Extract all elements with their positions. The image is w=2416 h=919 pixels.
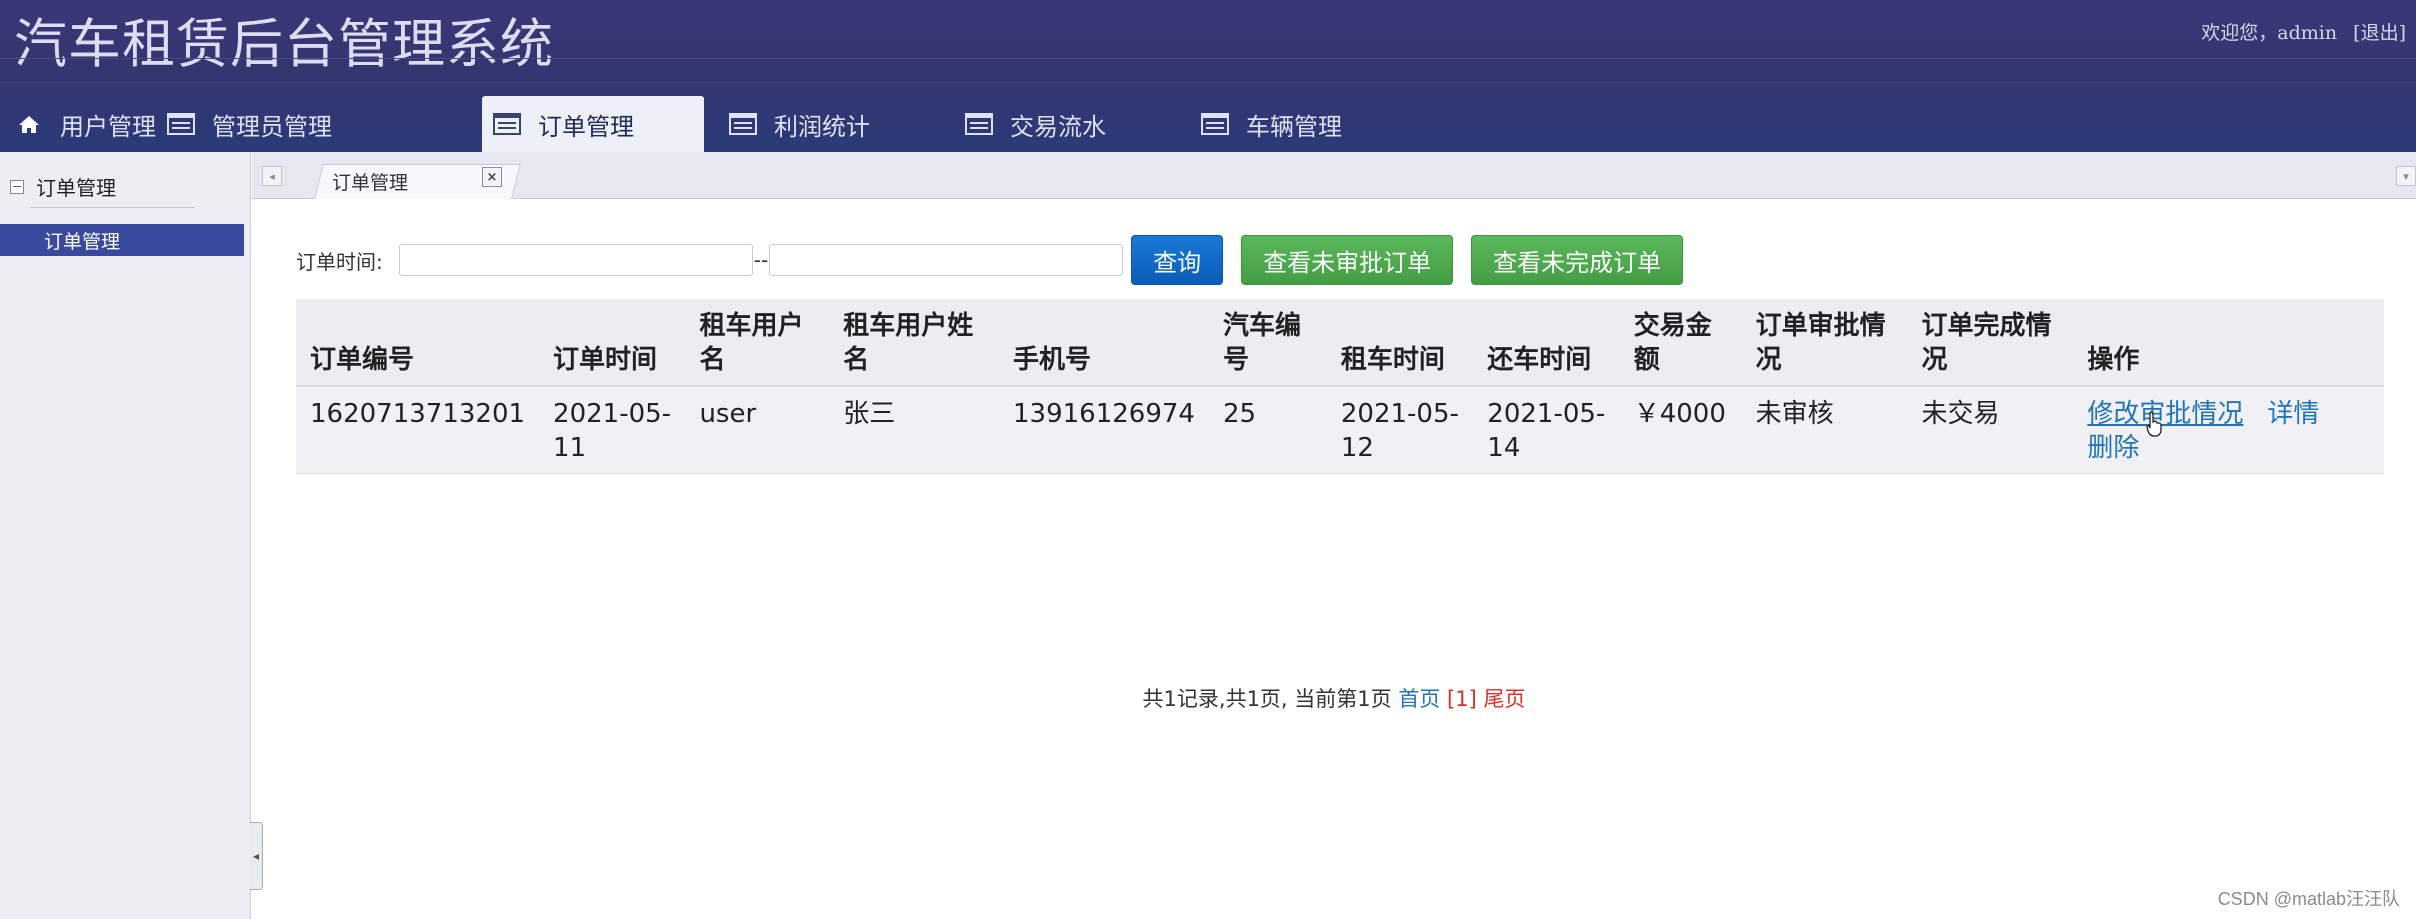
main-content: 订单时间: -- 查询 查看未审批订单 查看未完成订单 订单编号 订单时间 租车… xyxy=(252,199,2416,919)
column-header: 订单完成情况 xyxy=(1907,299,2074,387)
nav-tab-label: 利润统计 xyxy=(774,112,870,141)
logout-link[interactable]: [退出] xyxy=(2353,22,2406,44)
column-header: 订单审批情况 xyxy=(1741,299,1908,387)
last-page-link[interactable]: 尾页 xyxy=(1483,687,1525,711)
order-time-label: 订单时间: xyxy=(296,249,383,274)
nav-tab-user[interactable]: 用户管理 xyxy=(14,96,156,152)
username-cell: user xyxy=(685,386,830,474)
table-header-row: 订单编号 订单时间 租车用户名 租车用户姓名 手机号 汽车编号 租车时间 还车时… xyxy=(296,299,2384,387)
car-no-cell: 25 xyxy=(1208,386,1327,474)
end-date-input[interactable] xyxy=(769,244,1124,276)
list-icon xyxy=(492,111,522,137)
header-divider xyxy=(0,82,2416,83)
column-header: 订单时间 xyxy=(539,299,686,387)
filter-bar: 订单时间: -- 查询 查看未审批订单 查看未完成订单 xyxy=(296,235,1684,285)
watermark: CSDN @matlab汪汪队 xyxy=(2217,889,2400,909)
open-tab-label: 订单管理 xyxy=(332,172,409,194)
modify-approval-link[interactable]: 修改审批情况 xyxy=(2087,399,2243,429)
nav-tab-label: 车辆管理 xyxy=(1246,112,1342,141)
nav-tab-label: 用户管理 xyxy=(60,112,156,141)
column-header: 交易金额 xyxy=(1619,299,1742,387)
home-icon xyxy=(14,111,44,137)
sidebar-group-orders[interactable]: 订单管理 xyxy=(10,172,116,201)
page-tabbar: ◂ 订单管理 × ▾ xyxy=(252,152,2416,199)
list-icon xyxy=(166,111,196,137)
column-header: 租车时间 xyxy=(1326,299,1474,387)
main-nav: 用户管理 管理员管理 订单管理 利润统计 交易流水 车辆管理 xyxy=(0,96,2416,152)
sidebar-divider xyxy=(30,207,195,208)
nav-tab-label: 交易流水 xyxy=(1010,112,1106,141)
collapse-icon[interactable] xyxy=(10,179,24,194)
tab-scroll-right-button[interactable]: ▾ xyxy=(2396,166,2416,186)
phone-cell: 13916126974 xyxy=(999,386,1209,474)
sidebar: 订单管理 订单管理 xyxy=(0,152,251,919)
list-icon xyxy=(728,111,758,137)
approval-status-cell: 未审核 xyxy=(1741,386,1908,474)
sidebar-group-label: 订单管理 xyxy=(36,176,116,200)
table-row: 1620713713201 2021-05-11 user 张三 1391612… xyxy=(296,386,2384,474)
amount-cell: ￥4000 xyxy=(1619,386,1742,474)
column-header: 租车用户名 xyxy=(685,299,830,387)
tab-scroll-left-button[interactable]: ◂ xyxy=(262,166,282,186)
date-range-separator: -- xyxy=(753,248,769,272)
nav-tab-label: 管理员管理 xyxy=(212,112,332,141)
detail-link[interactable]: 详情 xyxy=(2267,397,2319,431)
app-header: 汽车租赁后台管理系统 欢迎您，admin [退出] 用户管理 管理员管理 订单管… xyxy=(0,0,2416,152)
list-icon xyxy=(964,111,994,137)
actions-cell: 修改审批情况 删除 详情 xyxy=(2073,386,2384,474)
first-page-link[interactable]: 首页 xyxy=(1398,687,1440,711)
column-header: 汽车编号 xyxy=(1208,299,1327,387)
delete-link[interactable]: 删除 xyxy=(2087,433,2139,463)
header-divider xyxy=(0,58,2416,59)
app-title: 汽车租赁后台管理系统 xyxy=(14,14,554,75)
nav-tab-orders[interactable]: 订单管理 xyxy=(482,96,704,152)
nav-tab-profit[interactable]: 利润统计 xyxy=(728,96,870,152)
column-header: 租车用户姓名 xyxy=(829,299,999,387)
view-unfinished-button[interactable]: 查看未完成订单 xyxy=(1471,235,1684,285)
list-icon xyxy=(1200,111,1230,137)
nav-tab-transactions[interactable]: 交易流水 xyxy=(964,96,1106,152)
close-icon: × xyxy=(486,169,498,185)
close-tab-button[interactable]: × xyxy=(482,167,502,187)
completion-status-cell: 未交易 xyxy=(1907,386,2074,474)
view-unapproved-button[interactable]: 查看未审批订单 xyxy=(1241,235,1454,285)
current-page-link[interactable]: [1] xyxy=(1447,687,1477,711)
start-date-input[interactable] xyxy=(398,244,753,276)
order-no-cell: 1620713713201 xyxy=(296,386,540,474)
column-header: 订单编号 xyxy=(296,299,540,387)
mouse-pointer-icon xyxy=(2146,411,2162,437)
nav-tab-label: 订单管理 xyxy=(538,112,634,141)
column-header: 还车时间 xyxy=(1473,299,1620,387)
nav-tab-admin[interactable]: 管理员管理 xyxy=(166,96,332,152)
column-header: 操作 xyxy=(2073,299,2384,387)
return-time-cell: 2021-05-14 xyxy=(1473,386,1620,474)
chevron-left-icon: ◂ xyxy=(269,169,275,183)
orders-table: 订单编号 订单时间 租车用户名 租车用户姓名 手机号 汽车编号 租车时间 还车时… xyxy=(296,299,2384,474)
order-time-cell: 2021-05-11 xyxy=(539,386,686,474)
pagination: 共1记录,共1页, 当前第1页 首页 [1] 尾页 xyxy=(252,683,2416,713)
pagination-summary: 共1记录,共1页, 当前第1页 xyxy=(1142,687,1392,711)
welcome-area: 欢迎您，admin [退出] xyxy=(2201,18,2406,45)
welcome-text: 欢迎您，admin xyxy=(2201,22,2338,44)
name-cell: 张三 xyxy=(829,386,999,474)
chevron-down-icon: ▾ xyxy=(2403,169,2409,183)
nav-tab-vehicles[interactable]: 车辆管理 xyxy=(1200,96,1342,152)
column-header: 手机号 xyxy=(999,299,1209,387)
query-button[interactable]: 查询 xyxy=(1131,235,1224,285)
rent-time-cell: 2021-05-12 xyxy=(1326,386,1474,474)
sidebar-item-orders[interactable]: 订单管理 xyxy=(0,224,244,256)
